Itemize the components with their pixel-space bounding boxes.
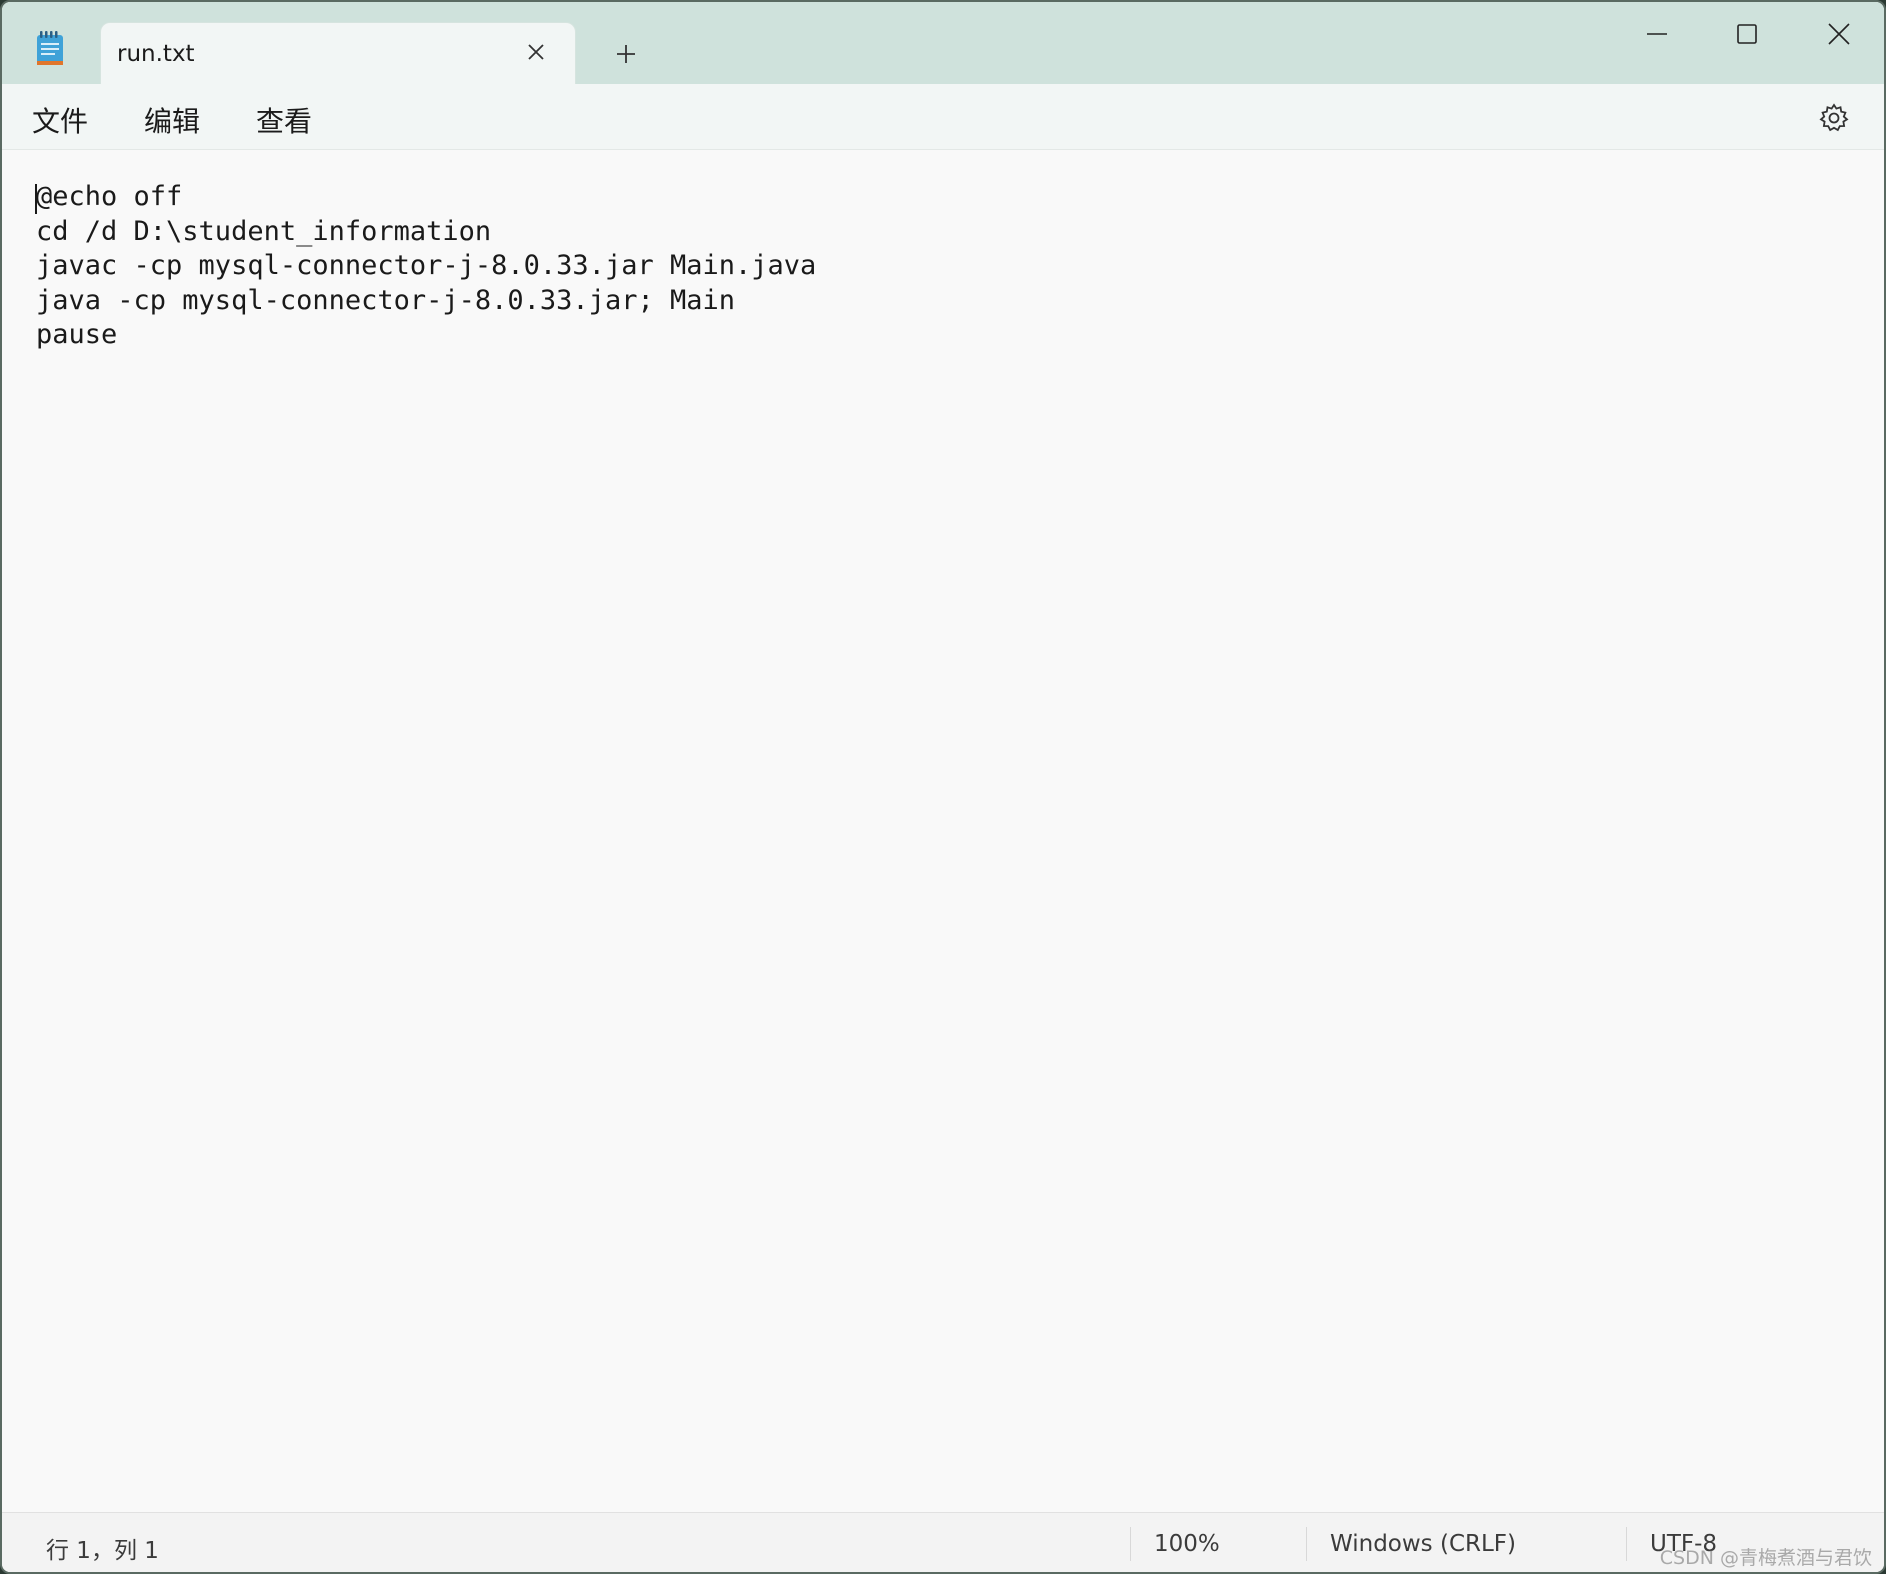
status-divider [1306, 1527, 1307, 1561]
status-divider [1130, 1527, 1131, 1561]
gear-icon [1819, 103, 1849, 132]
close-icon [528, 44, 544, 60]
menu-file[interactable]: 文件 [28, 98, 92, 142]
minimize-button[interactable] [1622, 12, 1692, 56]
close-icon [1828, 23, 1850, 45]
menu-edit[interactable]: 编辑 [140, 98, 204, 142]
maximize-button[interactable] [1712, 12, 1782, 56]
close-window-button[interactable] [1804, 12, 1874, 56]
status-divider [1626, 1527, 1627, 1561]
settings-button[interactable] [1814, 98, 1854, 138]
tab-run-txt[interactable]: run.txt [100, 22, 576, 86]
watermark: CSDN @青梅煮酒与君饮 [1659, 1547, 1872, 1569]
menu-view[interactable]: 查看 [252, 98, 316, 142]
notepad-icon [34, 30, 68, 68]
status-bar: 行 1，列 1 100% Windows (CRLF) UTF-8 CSDN @… [2, 1512, 1884, 1572]
text-editor[interactable]: @echo off cd /d D:\student_information j… [2, 150, 1884, 1512]
line-ending[interactable]: Windows (CRLF) [1330, 1531, 1516, 1557]
notepad-window: run.txt 文件 编辑 查看 @echo off cd /d D:\stud… [0, 0, 1886, 1574]
cursor-position: 行 1，列 1 [46, 1538, 159, 1564]
editor-content[interactable]: @echo off cd /d D:\student_information j… [36, 180, 816, 353]
title-bar[interactable]: run.txt [2, 2, 1884, 86]
minimize-icon [1647, 33, 1667, 35]
zoom-level[interactable]: 100% [1154, 1531, 1220, 1557]
tab-close-button[interactable] [519, 35, 553, 69]
tab-title: run.txt [117, 41, 195, 67]
plus-icon [617, 45, 635, 63]
new-tab-button[interactable] [606, 34, 646, 74]
menu-bar: 文件 编辑 查看 [2, 84, 1884, 150]
maximize-icon [1737, 24, 1757, 44]
